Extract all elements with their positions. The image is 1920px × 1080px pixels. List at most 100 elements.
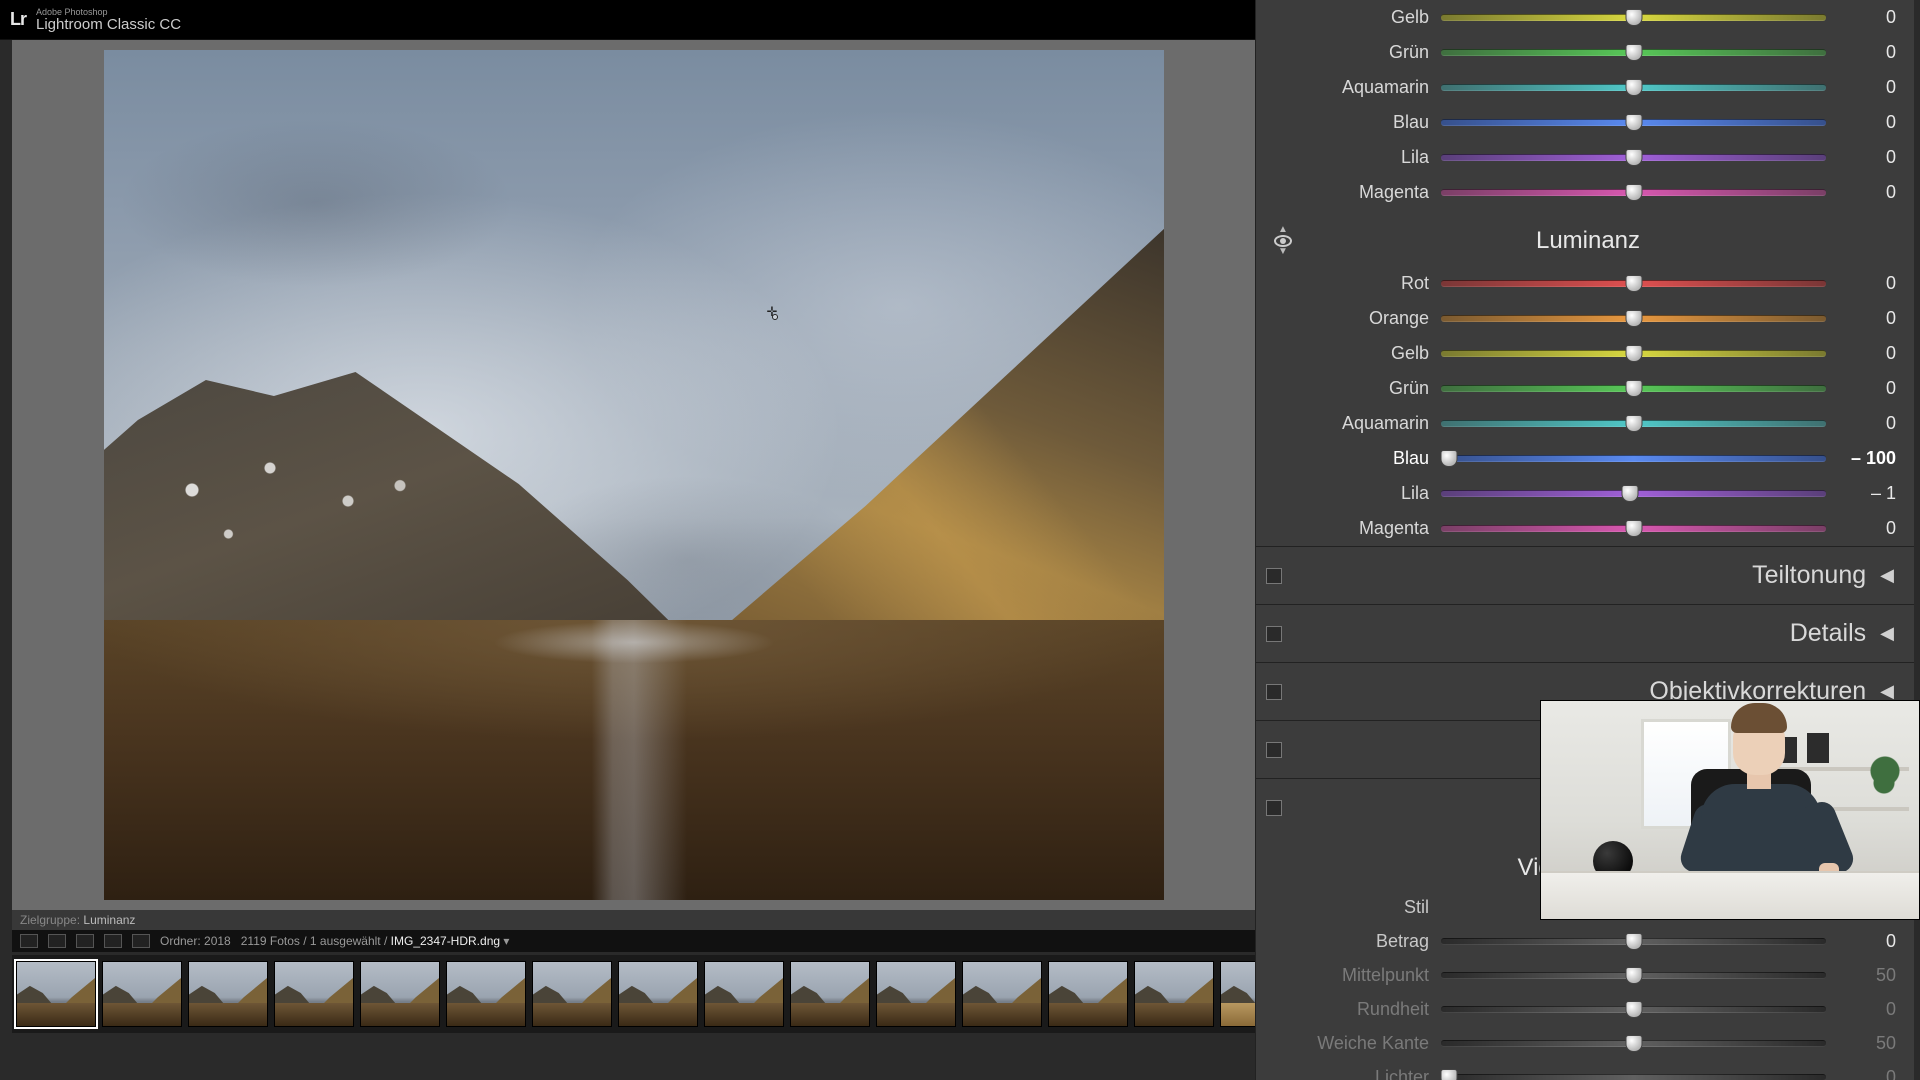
- saturation-track-gruen[interactable]: [1441, 49, 1826, 56]
- vignette-value-mittelpunkt[interactable]: 50: [1826, 965, 1896, 986]
- luminance-thumb-gelb[interactable]: [1625, 345, 1642, 362]
- panel-collapse-icon[interactable]: ◀: [1880, 623, 1894, 644]
- panel-switch-effects[interactable]: [1266, 800, 1282, 816]
- luminance-value-rot[interactable]: 0: [1826, 273, 1896, 294]
- preview-area[interactable]: ✛: [12, 40, 1255, 910]
- saturation-thumb-blau[interactable]: [1625, 114, 1642, 131]
- vignette-slider-betrag[interactable]: Betrag0: [1256, 924, 1920, 958]
- luminance-value-aqua[interactable]: 0: [1826, 413, 1896, 434]
- thumbnail[interactable]: [962, 961, 1042, 1027]
- thumbnail[interactable]: [532, 961, 612, 1027]
- panel-switch-splittoning[interactable]: [1266, 568, 1282, 584]
- vignette-thumb-rundheit[interactable]: [1625, 1001, 1642, 1018]
- thumbnail[interactable]: [16, 961, 96, 1027]
- panel-switch-transform[interactable]: [1266, 742, 1282, 758]
- breadcrumb[interactable]: Ordner: 2018 2119 Fotos / 1 ausgewählt /…: [160, 934, 509, 948]
- saturation-value-lila[interactable]: 0: [1826, 147, 1896, 168]
- vignette-track-lichter[interactable]: [1441, 1074, 1826, 1080]
- luminance-track-lila[interactable]: [1441, 490, 1826, 497]
- vignette-value-weichekante[interactable]: 50: [1826, 1033, 1896, 1054]
- luminance-slider-gruen[interactable]: Grün0: [1256, 371, 1920, 406]
- vignette-value-rundheit[interactable]: 0: [1826, 999, 1896, 1020]
- vignette-value-betrag[interactable]: 0: [1826, 931, 1896, 952]
- luminance-value-gruen[interactable]: 0: [1826, 378, 1896, 399]
- saturation-track-aqua[interactable]: [1441, 84, 1826, 91]
- vignette-track-mittelpunkt[interactable]: [1441, 972, 1826, 979]
- vignette-slider-weichekante[interactable]: Weiche Kante50: [1256, 1026, 1920, 1060]
- luminance-thumb-rot[interactable]: [1625, 275, 1642, 292]
- saturation-slider-gelb[interactable]: Gelb0: [1256, 0, 1920, 35]
- thumbnail[interactable]: [1048, 961, 1128, 1027]
- luminance-thumb-gruen[interactable]: [1625, 380, 1642, 397]
- panel-header-splittoning[interactable]: Teiltonung◀: [1256, 546, 1920, 604]
- vignette-slider-mittelpunkt[interactable]: Mittelpunkt50: [1256, 958, 1920, 992]
- panel-switch-details[interactable]: [1266, 626, 1282, 642]
- luminance-value-gelb[interactable]: 0: [1826, 343, 1896, 364]
- luminance-slider-aqua[interactable]: Aquamarin0: [1256, 406, 1920, 441]
- saturation-slider-blau[interactable]: Blau0: [1256, 105, 1920, 140]
- panel-header-details[interactable]: Details◀: [1256, 604, 1920, 662]
- luminance-track-gelb[interactable]: [1441, 350, 1826, 357]
- vignette-thumb-mittelpunkt[interactable]: [1625, 967, 1642, 984]
- saturation-slider-magenta[interactable]: Magenta0: [1256, 175, 1920, 210]
- nav-prev-button[interactable]: [104, 934, 122, 948]
- luminance-track-gruen[interactable]: [1441, 385, 1826, 392]
- luminance-thumb-aqua[interactable]: [1625, 415, 1642, 432]
- luminance-value-lila[interactable]: – 1: [1826, 483, 1896, 504]
- luminance-thumb-orange[interactable]: [1625, 310, 1642, 327]
- vignette-slider-lichter[interactable]: Lichter0: [1256, 1060, 1920, 1080]
- thumbnail[interactable]: [102, 961, 182, 1027]
- nav-next-button[interactable]: [132, 934, 150, 948]
- saturation-thumb-aqua[interactable]: [1625, 79, 1642, 96]
- saturation-slider-gruen[interactable]: Grün0: [1256, 35, 1920, 70]
- vignette-track-betrag[interactable]: [1441, 938, 1826, 945]
- view-mode-2-button[interactable]: [48, 934, 66, 948]
- saturation-thumb-gruen[interactable]: [1625, 44, 1642, 61]
- luminance-value-orange[interactable]: 0: [1826, 308, 1896, 329]
- saturation-slider-lila[interactable]: Lila0: [1256, 140, 1920, 175]
- panel-collapse-icon[interactable]: ◀: [1880, 565, 1894, 586]
- luminance-slider-magenta[interactable]: Magenta0: [1256, 511, 1920, 546]
- thumbnail[interactable]: [1220, 961, 1255, 1027]
- luminance-slider-gelb[interactable]: Gelb0: [1256, 336, 1920, 371]
- luminance-slider-rot[interactable]: Rot0: [1256, 266, 1920, 301]
- luminance-track-aqua[interactable]: [1441, 420, 1826, 427]
- panel-switch-lenscorr[interactable]: [1266, 684, 1282, 700]
- target-adjust-cursor-icon[interactable]: ✛: [764, 302, 782, 320]
- luminance-track-magenta[interactable]: [1441, 525, 1826, 532]
- saturation-slider-aqua[interactable]: Aquamarin0: [1256, 70, 1920, 105]
- thumbnail[interactable]: [790, 961, 870, 1027]
- vignette-value-lichter[interactable]: 0: [1826, 1067, 1896, 1080]
- vignette-thumb-weichekante[interactable]: [1625, 1035, 1642, 1052]
- vignette-thumb-lichter[interactable]: [1440, 1069, 1457, 1080]
- luminance-track-orange[interactable]: [1441, 315, 1826, 322]
- saturation-value-magenta[interactable]: 0: [1826, 182, 1896, 203]
- luminance-track-blau[interactable]: [1441, 455, 1826, 462]
- thumbnail[interactable]: [188, 961, 268, 1027]
- thumbnail[interactable]: [274, 961, 354, 1027]
- saturation-value-gelb[interactable]: 0: [1826, 7, 1896, 28]
- thumbnail[interactable]: [618, 961, 698, 1027]
- thumbnail[interactable]: [446, 961, 526, 1027]
- saturation-track-magenta[interactable]: [1441, 189, 1826, 196]
- saturation-value-gruen[interactable]: 0: [1826, 42, 1896, 63]
- grid-button[interactable]: [76, 934, 94, 948]
- luminance-thumb-blau[interactable]: [1440, 450, 1457, 467]
- view-mode-1-button[interactable]: [20, 934, 38, 948]
- luminance-thumb-magenta[interactable]: [1625, 520, 1642, 537]
- saturation-track-lila[interactable]: [1441, 154, 1826, 161]
- saturation-value-aqua[interactable]: 0: [1826, 77, 1896, 98]
- luminance-slider-orange[interactable]: Orange0: [1256, 301, 1920, 336]
- target-adjust-toggle[interactable]: ▲▼: [1270, 225, 1296, 257]
- thumbnail[interactable]: [360, 961, 440, 1027]
- luminance-value-blau[interactable]: – 100: [1826, 448, 1896, 469]
- photo-canvas[interactable]: ✛: [104, 50, 1164, 900]
- saturation-value-blau[interactable]: 0: [1826, 112, 1896, 133]
- thumbnail[interactable]: [1134, 961, 1214, 1027]
- thumbnail[interactable]: [704, 961, 784, 1027]
- vignette-slider-rundheit[interactable]: Rundheit0: [1256, 992, 1920, 1026]
- luminance-track-rot[interactable]: [1441, 280, 1826, 287]
- luminance-slider-blau[interactable]: Blau– 100: [1256, 441, 1920, 476]
- saturation-thumb-lila[interactable]: [1625, 149, 1642, 166]
- luminance-value-magenta[interactable]: 0: [1826, 518, 1896, 539]
